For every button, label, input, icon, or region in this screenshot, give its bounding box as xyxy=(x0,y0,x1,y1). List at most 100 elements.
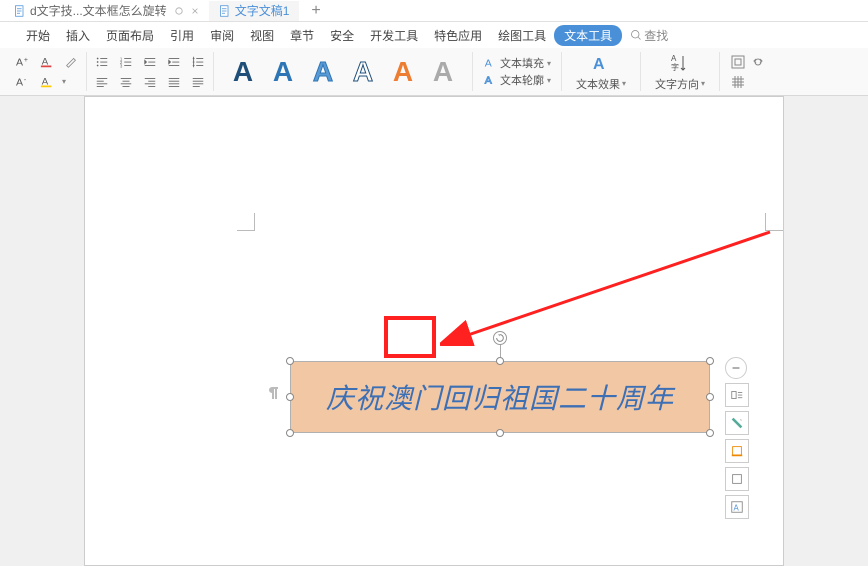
wordart-style-4[interactable]: A xyxy=(344,53,382,91)
indent-increase-button[interactable] xyxy=(165,53,183,71)
text-fill-button[interactable]: A 文本填充 ▾ xyxy=(483,55,551,71)
font-shrink-button[interactable]: A- xyxy=(14,73,32,91)
align-distribute-button[interactable] xyxy=(189,73,207,91)
text-outline-label: 文本轮廓 xyxy=(500,72,544,88)
resize-handle-bl[interactable] xyxy=(286,429,294,437)
menu-text-tools[interactable]: 文本工具 xyxy=(554,25,622,46)
font-color-button[interactable]: A xyxy=(38,53,56,71)
dropdown-icon: ▾ xyxy=(547,76,551,85)
quick-format-tools: A xyxy=(725,357,749,519)
rotate-icon xyxy=(495,333,505,343)
tab-label: d文字技...文本框怎么旋转 xyxy=(30,2,167,19)
text-outline-button[interactable]: A 文本轮廓 ▾ xyxy=(483,72,551,88)
shape-style-button[interactable] xyxy=(725,467,749,491)
search-button[interactable]: 查找 xyxy=(630,27,668,44)
dropdown-icon: ▾ xyxy=(622,79,626,88)
doc-icon xyxy=(14,5,26,17)
clear-format-button[interactable] xyxy=(62,53,80,71)
text-direction-button[interactable]: A字 文字方向▾ xyxy=(647,52,713,92)
sync-icon[interactable] xyxy=(175,7,183,15)
wordart-style-2[interactable]: A xyxy=(264,53,302,91)
numbering-button[interactable]: 123 xyxy=(117,53,135,71)
menu-home[interactable]: 开始 xyxy=(18,23,58,48)
ribbon-toolbar: A+ A A- A ▾ 123 A A A xyxy=(0,48,868,96)
resize-handle-tl[interactable] xyxy=(286,357,294,365)
svg-text:A: A xyxy=(485,75,492,87)
collapse-button[interactable] xyxy=(725,357,747,379)
textbox-selection[interactable]: 庆祝澳门回归祖国二十周年 xyxy=(290,361,710,433)
align-center-button[interactable] xyxy=(117,73,135,91)
document-tabs: d文字技...文本框怎么旋转 文字文稿1 + xyxy=(0,0,868,22)
grid-button[interactable] xyxy=(730,74,746,90)
resize-handle-br[interactable] xyxy=(706,429,714,437)
menu-drawing-tools[interactable]: 绘图工具 xyxy=(490,23,554,48)
svg-text:A: A xyxy=(16,56,23,68)
wordart-style-6[interactable]: A xyxy=(424,53,462,91)
menu-review[interactable]: 审阅 xyxy=(202,23,242,48)
tab-label: 文字文稿1 xyxy=(235,2,290,19)
tab-doc-1[interactable]: d文字技...文本框怎么旋转 xyxy=(4,1,209,21)
text-effects-button[interactable]: A 文本效果▾ xyxy=(568,52,634,92)
svg-text:A: A xyxy=(593,56,605,73)
text-effects-group: A 文本效果▾ xyxy=(562,52,641,91)
text-fill-outline-group: A 文本填充 ▾ A 文本轮廓 ▾ xyxy=(473,52,562,91)
margin-button[interactable] xyxy=(730,54,746,70)
text-direction-icon: A字 xyxy=(669,52,691,74)
paragraph-group: 123 xyxy=(87,52,214,91)
highlight-button[interactable]: A xyxy=(38,73,56,91)
indent-decrease-button[interactable] xyxy=(141,53,159,71)
wordart-style-1[interactable]: A xyxy=(224,53,262,91)
main-menu: 开始 插入 页面布局 引用 审阅 视图 章节 安全 开发工具 特色应用 绘图工具… xyxy=(0,22,868,48)
resize-handle-tr[interactable] xyxy=(706,357,714,365)
line-spacing-button[interactable] xyxy=(189,53,207,71)
paragraph-mark-icon xyxy=(266,385,280,404)
margin-corner xyxy=(237,213,255,231)
layout-options-button[interactable] xyxy=(725,383,749,407)
menu-developer[interactable]: 开发工具 xyxy=(362,23,426,48)
wordart-style-5[interactable]: A xyxy=(384,53,422,91)
dropdown-icon[interactable]: ▾ xyxy=(62,77,66,86)
align-justify-button[interactable] xyxy=(165,73,183,91)
close-icon[interactable] xyxy=(191,7,199,15)
text-fill-icon: A xyxy=(483,56,497,70)
font-size-group: A+ A A- A ▾ xyxy=(8,52,87,91)
svg-text:+: + xyxy=(24,57,28,64)
dropdown-icon: ▾ xyxy=(547,59,551,68)
menu-special[interactable]: 特色应用 xyxy=(426,23,490,48)
wordart-style-3[interactable]: A xyxy=(304,53,342,91)
svg-text:A: A xyxy=(485,58,492,70)
misc-tools-group xyxy=(720,52,776,91)
rotate-handle[interactable] xyxy=(493,331,507,345)
menu-view[interactable]: 视图 xyxy=(242,23,282,48)
svg-text:A: A xyxy=(734,504,740,513)
search-label: 查找 xyxy=(644,27,668,44)
text-style-button[interactable]: A xyxy=(725,495,749,519)
margin-corner xyxy=(765,213,783,231)
resize-handle-ml[interactable] xyxy=(286,393,294,401)
menu-security[interactable]: 安全 xyxy=(322,23,362,48)
text-direction-group: A字 文字方向▾ xyxy=(641,52,720,91)
align-right-button[interactable] xyxy=(141,73,159,91)
svg-text:3: 3 xyxy=(120,63,123,68)
align-left-button[interactable] xyxy=(93,73,111,91)
menu-page-layout[interactable]: 页面布局 xyxy=(98,23,162,48)
document-canvas: 庆祝澳门回归祖国二十周年 A xyxy=(0,96,868,566)
resize-handle-mr[interactable] xyxy=(706,393,714,401)
resize-handle-bc[interactable] xyxy=(496,429,504,437)
bullets-button[interactable] xyxy=(93,53,111,71)
textbox[interactable]: 庆祝澳门回归祖国二十周年 xyxy=(290,361,710,433)
tab-doc-2[interactable]: 文字文稿1 xyxy=(209,1,300,21)
text-fill-label: 文本填充 xyxy=(500,55,544,71)
menu-references[interactable]: 引用 xyxy=(162,23,202,48)
svg-text:-: - xyxy=(24,77,27,84)
outline-button[interactable] xyxy=(725,439,749,463)
menu-insert[interactable]: 插入 xyxy=(58,23,98,48)
link-button[interactable] xyxy=(750,54,766,70)
fill-button[interactable] xyxy=(725,411,749,435)
new-tab-button[interactable]: + xyxy=(299,2,332,20)
svg-text:A: A xyxy=(671,54,677,63)
menu-chapter[interactable]: 章节 xyxy=(282,23,322,48)
font-grow-button[interactable]: A+ xyxy=(14,53,32,71)
page[interactable]: 庆祝澳门回归祖国二十周年 A xyxy=(84,96,784,566)
resize-handle-tc[interactable] xyxy=(496,357,504,365)
